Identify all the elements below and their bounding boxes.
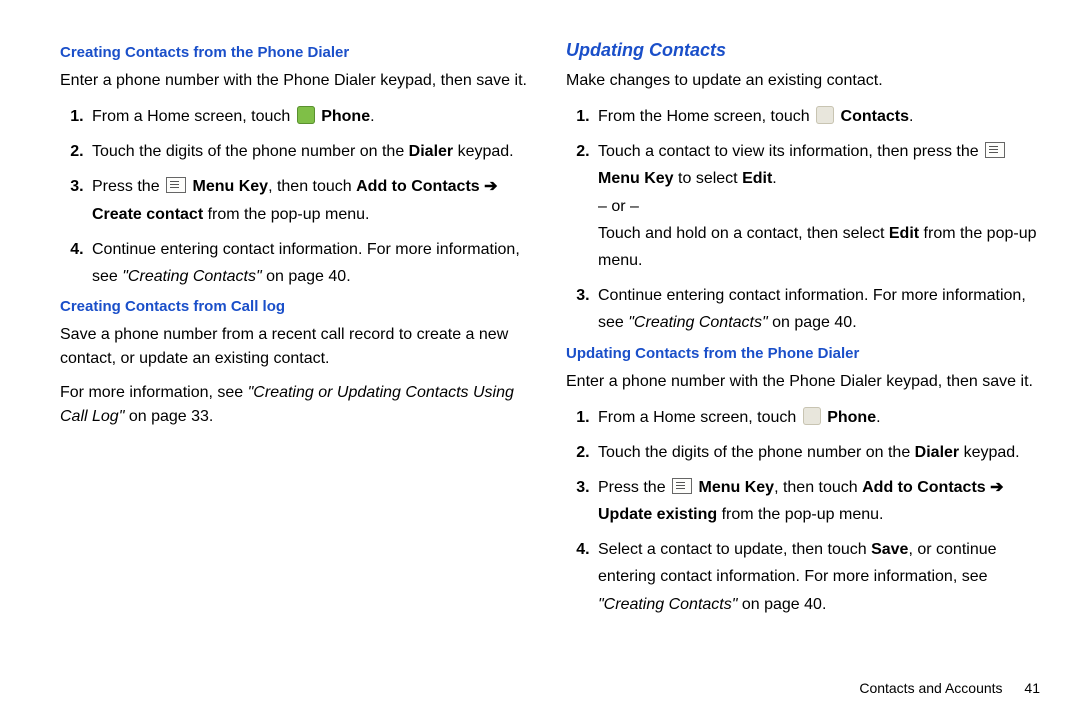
text: on page 40.: [768, 314, 857, 331]
add-to-contacts-label: Add to Contacts: [862, 479, 986, 496]
step-2: Touch the digits of the phone number on …: [594, 439, 1040, 466]
heading-creating-from-call-log: Creating Contacts from Call log: [60, 298, 534, 315]
text: from the pop-up menu.: [717, 506, 883, 523]
text: Press the: [598, 479, 670, 496]
menu-key-label: Menu Key: [698, 479, 774, 496]
update-existing-label: Update existing: [598, 506, 717, 523]
arrow-icon: ➔: [480, 178, 498, 195]
arrow-icon: ➔: [986, 479, 1004, 496]
contacts-label: Contacts: [841, 108, 909, 125]
step-3: Press the Menu Key, then touch Add to Co…: [88, 173, 534, 227]
or-separator: – or –: [598, 193, 1040, 220]
right-column: Updating Contacts Make changes to update…: [558, 40, 1040, 700]
step-1: From a Home screen, touch Phone.: [88, 103, 534, 130]
menu-key-icon: [672, 478, 692, 494]
page-footer: Contacts and Accounts 41: [859, 680, 1040, 696]
intro-text: Enter a phone number with the Phone Dial…: [566, 370, 1040, 394]
section-updating-contacts: Updating Contacts: [566, 40, 1040, 61]
phone-label: Phone: [321, 108, 370, 125]
text: on page 40.: [262, 268, 351, 285]
step-2: Touch a contact to view its information,…: [594, 138, 1040, 274]
text: , then touch: [774, 479, 862, 496]
text: on page 40.: [737, 596, 826, 613]
text: Touch and hold on a contact, then select: [598, 225, 889, 242]
text: Touch a contact to view its information,…: [598, 143, 983, 160]
step-1: From the Home screen, touch Contacts.: [594, 103, 1040, 130]
add-to-contacts-label: Add to Contacts: [356, 178, 480, 195]
save-label: Save: [871, 541, 908, 558]
step-1: From a Home screen, touch Phone.: [594, 404, 1040, 431]
heading-updating-from-dialer: Updating Contacts from the Phone Dialer: [566, 345, 1040, 362]
phone-icon: [297, 106, 315, 124]
text: From the Home screen, touch: [598, 108, 814, 125]
text: .: [876, 409, 880, 426]
edit-label: Edit: [742, 170, 772, 187]
text: to select: [674, 170, 742, 187]
phone-label: Phone: [827, 409, 876, 426]
menu-key-label: Menu Key: [192, 178, 268, 195]
text: Select a contact to update, then touch: [598, 541, 871, 558]
text: keypad.: [453, 143, 513, 160]
step-3: Continue entering contact information. F…: [594, 282, 1040, 336]
text: keypad.: [959, 444, 1019, 461]
text: .: [772, 170, 776, 187]
steps-creating-from-dialer: From a Home screen, touch Phone. Touch t…: [60, 103, 534, 290]
step-3: Press the Menu Key, then touch Add to Co…: [594, 474, 1040, 528]
dialer-label: Dialer: [915, 444, 959, 461]
phone-icon: [803, 407, 821, 425]
intro-text: Make changes to update an existing conta…: [566, 69, 1040, 93]
left-column: Creating Contacts from the Phone Dialer …: [60, 40, 558, 700]
xref-creating-contacts: "Creating Contacts": [598, 596, 737, 613]
page-number: 41: [1024, 680, 1040, 696]
text: From a Home screen, touch: [598, 409, 801, 426]
text: , then touch: [268, 178, 356, 195]
step-4: Select a contact to update, then touch S…: [594, 536, 1040, 618]
text: For more information, see: [60, 384, 248, 401]
xref-creating-contacts: "Creating Contacts": [122, 268, 261, 285]
text: from the pop-up menu.: [203, 206, 369, 223]
edit-label: Edit: [889, 225, 919, 242]
xref-creating-contacts: "Creating Contacts": [628, 314, 767, 331]
menu-key-icon: [985, 142, 1005, 158]
xref-paragraph: For more information, see "Creating or U…: [60, 381, 534, 429]
steps-updating-contacts: From the Home screen, touch Contacts. To…: [566, 103, 1040, 337]
text: Touch the digits of the phone number on …: [92, 143, 409, 160]
contacts-icon: [816, 106, 834, 124]
step-4: Continue entering contact information. F…: [88, 236, 534, 290]
step-2: Touch the digits of the phone number on …: [88, 138, 534, 165]
create-contact-label: Create contact: [92, 206, 203, 223]
text: .: [370, 108, 374, 125]
text: on page 33.: [124, 408, 213, 425]
intro-text: Enter a phone number with the Phone Dial…: [60, 69, 534, 93]
text: Press the: [92, 178, 164, 195]
heading-creating-from-dialer: Creating Contacts from the Phone Dialer: [60, 44, 534, 61]
footer-section-title: Contacts and Accounts: [859, 680, 1002, 696]
steps-updating-from-dialer: From a Home screen, touch Phone. Touch t…: [566, 404, 1040, 618]
dialer-label: Dialer: [409, 143, 453, 160]
intro-text: Save a phone number from a recent call r…: [60, 323, 534, 371]
text: From a Home screen, touch: [92, 108, 295, 125]
menu-key-icon: [166, 177, 186, 193]
text: Touch the digits of the phone number on …: [598, 444, 915, 461]
text: .: [909, 108, 913, 125]
manual-page: Creating Contacts from the Phone Dialer …: [0, 0, 1080, 720]
menu-key-label: Menu Key: [598, 170, 674, 187]
